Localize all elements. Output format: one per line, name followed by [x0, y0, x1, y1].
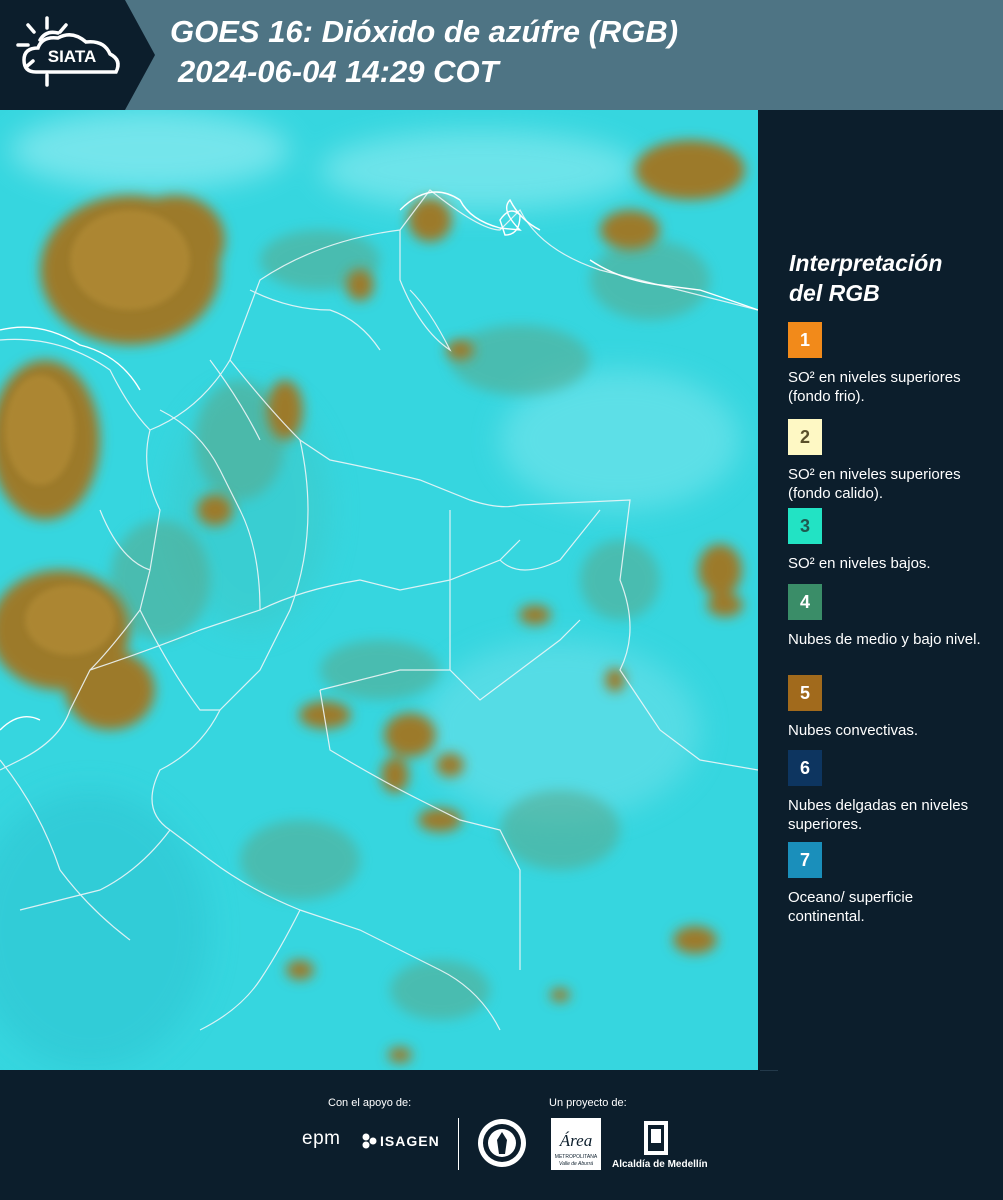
- siata-logo: SIATA: [0, 0, 155, 110]
- project-label: Un proyecto de:: [549, 1097, 627, 1109]
- page-datetime: 2024-06-04 14:29 COT: [178, 54, 499, 89]
- legend-label: Oceano/ superficie continental.: [788, 889, 914, 925]
- satellite-map: [0, 110, 758, 1070]
- legend-item-2: 2 SO² en niveles superiores (fondo calid…: [788, 419, 988, 515]
- legend-item-7: 7 Oceano/ superficie continental.: [788, 842, 988, 926]
- svg-text:Valle de Aburrá: Valle de Aburrá: [559, 1161, 593, 1167]
- legend-title-line1: Interpretación: [789, 250, 943, 276]
- legend-item-4: 4 Nubes de medio y bajo nivel.: [788, 584, 988, 649]
- header: SIATA GOES 16: Dióxido de azúfre (RGB) 2…: [0, 0, 1003, 110]
- footer: Con el apoyo de: Un proyecto de: epm ISA…: [0, 1070, 1003, 1200]
- svg-text:METROPOLITANA: METROPOLITANA: [555, 1154, 598, 1160]
- satellite-imagery: [0, 110, 758, 1070]
- alcaldia-shield-icon: [644, 1121, 668, 1155]
- rgb-legend: Interpretación del RGB 1 SO² en niveles …: [762, 110, 1003, 1070]
- alcaldia-logo-text: Alcaldía de Medellín: [612, 1159, 708, 1170]
- legend-swatch: 4: [788, 584, 822, 620]
- page-title: GOES 16: Dióxido de azúfre (RGB): [170, 14, 679, 49]
- legend-swatch: 5: [788, 675, 822, 711]
- legend-swatch: 3: [788, 508, 822, 544]
- legend-label: Nubes de medio y bajo nivel.: [788, 631, 981, 648]
- legend-label: Nubes convectivas.: [788, 722, 919, 739]
- legend-swatch: 7: [788, 842, 822, 878]
- legend-swatch: 6: [788, 750, 822, 786]
- support-label: Con el apoyo de:: [328, 1097, 412, 1109]
- legend-item-3: 3 SO² en niveles bajos.: [788, 508, 988, 573]
- legend-item-1: 1 SO² en niveles superiores (fondo frio)…: [788, 322, 988, 406]
- legend-item-6: 6 Nubes delgadas en niveles superiores.: [788, 750, 988, 834]
- university-seal-logo: [478, 1119, 526, 1167]
- epm-logo: epm: [302, 1128, 341, 1149]
- isagen-logo: ISAGEN: [380, 1133, 440, 1149]
- legend-label: SO² en niveles superiores (fondo frio).: [788, 369, 961, 405]
- footer-divider: [458, 1118, 459, 1170]
- logo-text: SIATA: [48, 47, 96, 66]
- legend-label: SO² en niveles bajos.: [788, 555, 931, 572]
- legend-item-5: 5 Nubes convectivas.: [788, 675, 988, 740]
- area-metropolitana-logo: Área METROPOLITANA Valle de Aburrá: [551, 1118, 601, 1170]
- legend-swatch: 1: [788, 322, 822, 358]
- legend-label: Nubes delgadas en niveles superiores.: [788, 797, 969, 833]
- legend-title-line2: del RGB: [789, 280, 880, 306]
- svg-text:Área: Área: [559, 1131, 592, 1150]
- legend-title: Interpretación del RGB: [789, 248, 989, 308]
- isagen-icon: [362, 1133, 377, 1149]
- legend-swatch: 2: [788, 419, 822, 455]
